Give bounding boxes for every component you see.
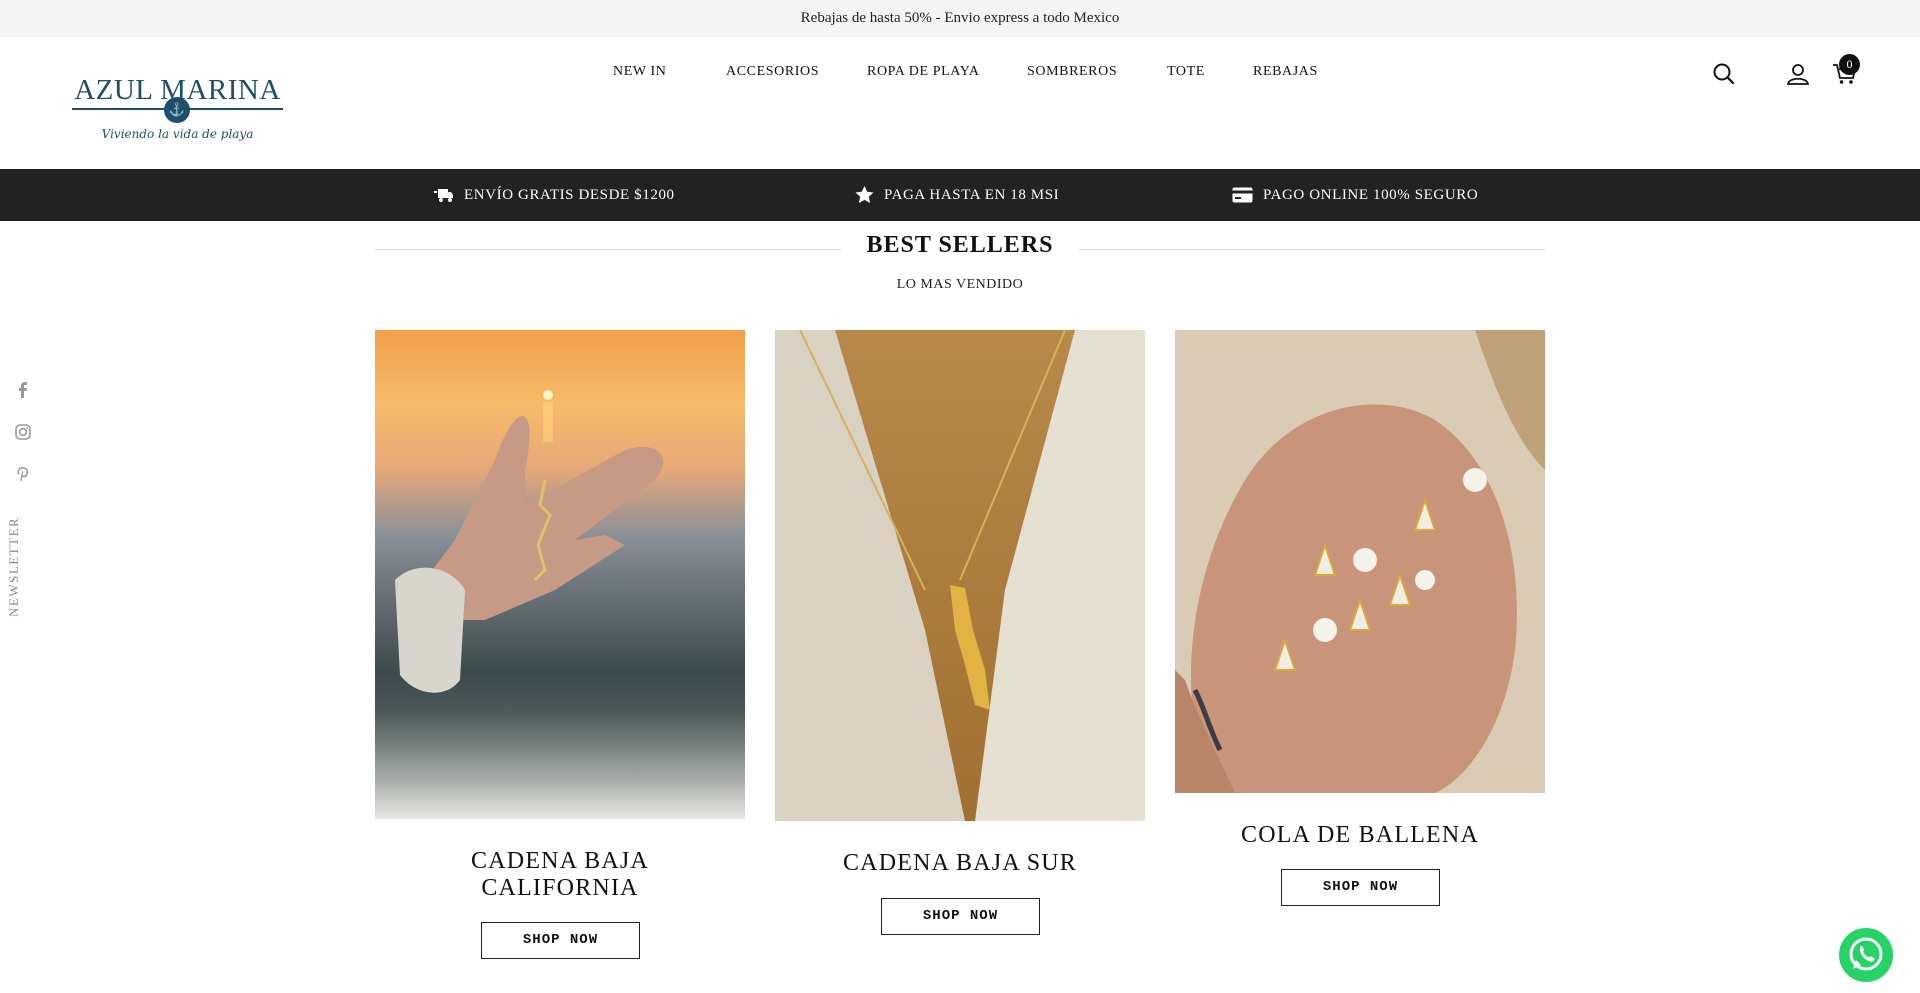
product-title[interactable]: COLA DE BALLENA [1175,822,1545,849]
nav-item-sombreros[interactable]: SOMBREROS [1027,64,1117,80]
logo[interactable]: AZUL MARINA ⚓ Viviendo la vida de playa [70,75,285,151]
feature-free-shipping: ENVÍO GRATIS DESDE $1200 [434,169,675,221]
nav-item-ropa-de-playa[interactable]: ROPA DE PLAYA [867,64,980,80]
feature-label: PAGO ONLINE 100% SEGURO [1263,186,1479,203]
nav-item-tote[interactable]: TOTE [1167,64,1205,80]
product-title-line-1: CADENA BAJA [471,848,649,874]
pinterest-icon[interactable] [12,463,34,485]
whatsapp-icon [1849,937,1883,971]
announcement-bar: Rebajas de hasta 50% - Envio express a t… [0,0,1920,37]
user-icon[interactable] [1785,61,1811,87]
whatsapp-button[interactable] [1839,928,1893,982]
nav-item-new-in[interactable]: NEW IN [613,64,667,80]
product-image-cola-de-ballena[interactable] [1175,330,1545,793]
section-title: BEST SELLERS [866,232,1054,258]
shop-now-button[interactable]: SHOP NOW [881,898,1040,935]
announcement-text: Rebajas de hasta 50% - Envio express a t… [800,10,1120,26]
cart-count-badge: 0 [1839,54,1860,75]
product-title[interactable]: CADENA BAJA CALIFORNIA [375,848,745,902]
feature-secure-payment: PAGO ONLINE 100% SEGURO [1232,169,1478,221]
logo-emblem-icon: ⚓ [164,97,190,123]
feature-label: ENVÍO GRATIS DESDE $1200 [464,186,675,203]
nav-item-accesorios[interactable]: ACCESORIOS [726,64,819,80]
features-bar: ENVÍO GRATIS DESDE $1200 PAGA HASTA EN 1… [0,169,1920,221]
product-image-cadena-baja-sur[interactable] [775,330,1145,821]
feature-msi: PAGA HASTA EN 18 MSI [855,169,1059,221]
product-title-line-2: CALIFORNIA [481,875,639,901]
product-image-cadena-baja-california[interactable] [375,330,745,819]
nav-item-rebajas[interactable]: REBAJAS [1253,64,1318,80]
newsletter-tab[interactable]: NEWSLETTER [6,517,22,617]
credit-card-icon [1232,187,1253,203]
search-icon[interactable] [1711,61,1737,87]
section-title-wrap: BEST SELLERS [375,232,1545,266]
section-subtitle: LO MAS VENDIDO [896,277,1024,292]
shop-now-button[interactable]: SHOP NOW [481,922,640,959]
site-header: AZUL MARINA ⚓ Viviendo la vida de playa … [0,37,1920,169]
truck-icon [434,189,453,202]
star-icon [855,186,874,204]
product-title[interactable]: CADENA BAJA SUR [775,850,1145,877]
feature-label: PAGA HASTA EN 18 MSI [884,186,1060,203]
facebook-icon[interactable] [12,378,34,400]
instagram-icon[interactable] [12,421,34,443]
shop-now-button[interactable]: SHOP NOW [1281,869,1440,906]
logo-tagline: Viviendo la vida de playa [101,127,254,141]
